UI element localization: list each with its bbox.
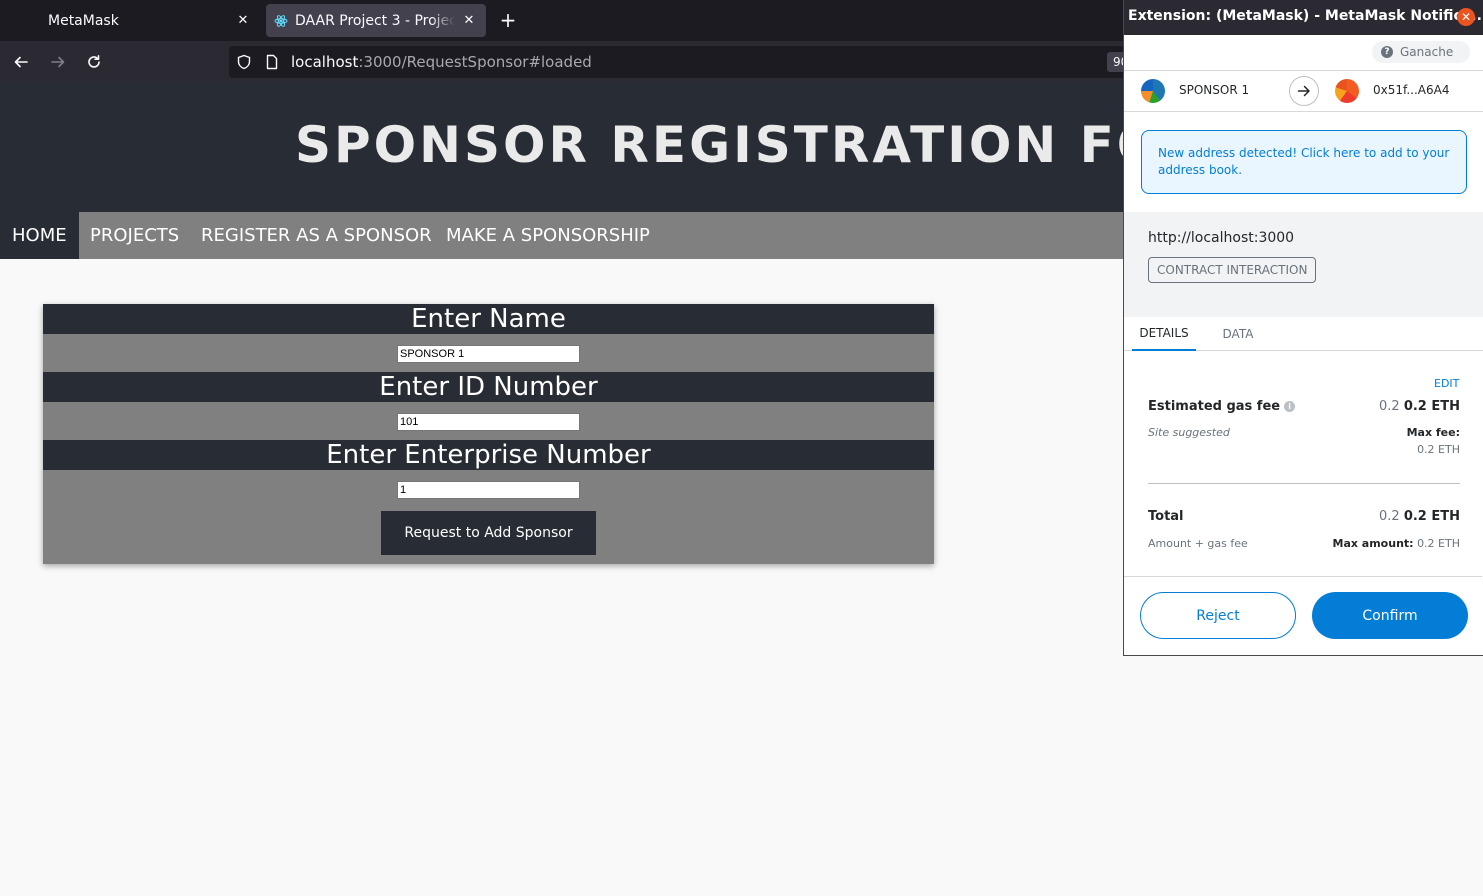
url-host: localhost bbox=[291, 53, 359, 71]
total-bold-value: 0.2 ETH bbox=[1403, 509, 1460, 524]
shield-icon[interactable] bbox=[236, 54, 252, 70]
tab-label: DAAR Project 3 - Project bbox=[295, 12, 455, 29]
total-text: Total bbox=[1148, 509, 1184, 524]
max-amount-value: 0.2 ETH bbox=[1417, 537, 1460, 550]
close-icon[interactable]: ✕ bbox=[1457, 8, 1475, 26]
max-fee-value: 0.2 ETH bbox=[1417, 443, 1460, 456]
network-name: Ganache bbox=[1400, 45, 1454, 59]
tab-metamask[interactable]: MetaMask ✕ bbox=[0, 0, 262, 41]
recipient-address[interactable]: 0x51f...A6A4 bbox=[1373, 83, 1450, 97]
origin-section: http://localhost:3000 CONTRACT INTERACTI… bbox=[1124, 212, 1483, 317]
total-light-value: 0.2 bbox=[1378, 509, 1400, 524]
divider bbox=[1148, 483, 1460, 484]
max-amount-label: Max amount: bbox=[1332, 537, 1414, 550]
contract-interaction-badge: CONTRACT INTERACTION bbox=[1148, 257, 1317, 283]
popup-title: Extension: (MetaMask) - MetaMask Notific… bbox=[1128, 8, 1483, 24]
url-path: :3000/RequestSponsor#loaded bbox=[358, 53, 592, 71]
origin-url: http://localhost:3000 bbox=[1148, 230, 1295, 246]
tab-daar-project[interactable]: DAAR Project 3 - Project ✕ bbox=[266, 4, 486, 37]
request-add-sponsor-button[interactable]: Request to Add Sponsor bbox=[381, 511, 596, 555]
tab-data[interactable]: DATA bbox=[1206, 317, 1270, 351]
tab-label: MetaMask bbox=[48, 12, 119, 29]
estimated-gas-fee-label: Estimated gas fee i bbox=[1148, 399, 1296, 414]
edit-gas-link[interactable]: EDIT bbox=[1434, 377, 1459, 390]
new-address-notice[interactable]: New address detected! Click here to add … bbox=[1141, 130, 1467, 194]
forward-arrow-icon[interactable] bbox=[45, 49, 71, 75]
network-bar: ? Ganache bbox=[1124, 35, 1483, 70]
page-title: SPONSOR REGISTRATION FOR bbox=[295, 116, 1204, 174]
new-tab-plus-icon[interactable]: + bbox=[496, 8, 520, 32]
react-icon bbox=[274, 14, 288, 28]
sponsor-form: Enter Name SPONSOR 1 Enter ID Number 101… bbox=[43, 304, 934, 564]
arrow-right-icon bbox=[1289, 76, 1319, 106]
info-icon[interactable]: i bbox=[1284, 401, 1296, 412]
tab-details[interactable]: DETAILS bbox=[1132, 317, 1196, 351]
reject-button[interactable]: Reject bbox=[1140, 592, 1296, 639]
gas-fee-bold-value: 0.2 ETH bbox=[1403, 399, 1460, 414]
confirm-button[interactable]: Confirm bbox=[1312, 592, 1468, 639]
amount-gas-label: Amount + gas fee bbox=[1148, 537, 1248, 550]
popup-titlebar[interactable]: Extension: (MetaMask) - MetaMask Notific… bbox=[1124, 0, 1483, 35]
menu-item-register-sponsor[interactable]: REGISTER AS A SPONSOR bbox=[189, 212, 444, 259]
site-suggested-label: Site suggested bbox=[1148, 426, 1230, 439]
metamask-popup: Extension: (MetaMask) - MetaMask Notific… bbox=[1123, 0, 1483, 656]
footer-divider bbox=[1124, 576, 1482, 577]
menu-item-projects[interactable]: PROJECTS bbox=[78, 212, 191, 259]
name-input[interactable]: SPONSOR 1 bbox=[397, 345, 580, 363]
back-arrow-icon[interactable] bbox=[8, 49, 34, 75]
sender-name[interactable]: SPONSOR 1 bbox=[1179, 83, 1249, 97]
sender-recipient-row: SPONSOR 1 0x51f...A6A4 bbox=[1124, 70, 1483, 112]
close-tab-icon[interactable]: ✕ bbox=[234, 11, 252, 29]
id-label: Enter ID Number bbox=[43, 372, 934, 402]
gas-fee-value: 0.2 0.2 ETH bbox=[1379, 399, 1460, 414]
gas-fee-text: Estimated gas fee bbox=[1148, 399, 1281, 414]
enterprise-label: Enter Enterprise Number bbox=[43, 440, 934, 470]
help-icon: ? bbox=[1381, 46, 1393, 58]
menu-item-home[interactable]: HOME bbox=[0, 212, 79, 259]
sender-avatar bbox=[1141, 79, 1165, 103]
page-icon[interactable] bbox=[264, 54, 280, 70]
total-label: Total bbox=[1148, 509, 1184, 524]
id-input[interactable]: 101 bbox=[397, 413, 580, 431]
close-tab-icon[interactable]: ✕ bbox=[460, 11, 478, 29]
details-tabs: DETAILS DATA bbox=[1124, 317, 1483, 351]
reload-icon[interactable] bbox=[81, 49, 107, 75]
recipient-avatar bbox=[1335, 79, 1359, 103]
network-selector[interactable]: ? Ganache bbox=[1372, 41, 1470, 63]
max-fee-label: Max fee: bbox=[1407, 426, 1460, 439]
max-amount: Max amount: 0.2 ETH bbox=[1333, 537, 1461, 550]
max-fee-text: Max fee: bbox=[1406, 426, 1460, 439]
name-label: Enter Name bbox=[43, 304, 934, 334]
enterprise-input[interactable]: 1 bbox=[397, 481, 580, 499]
menu-item-make-sponsorship[interactable]: MAKE A SPONSORSHIP bbox=[434, 212, 662, 259]
total-value: 0.2 0.2 ETH bbox=[1379, 509, 1460, 524]
url-text: localhost:3000/RequestSponsor#loaded bbox=[291, 53, 592, 71]
gas-fee-light-value: 0.2 bbox=[1378, 399, 1400, 414]
